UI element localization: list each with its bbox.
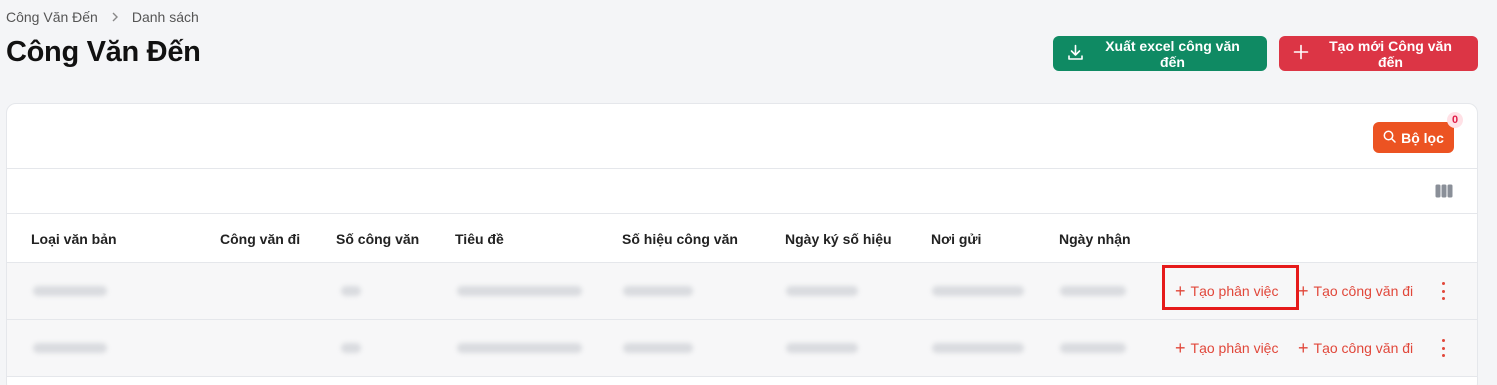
col-header-title[interactable]: Tiêu đề [455,231,504,247]
download-icon [1067,44,1092,64]
filter-bar: Bộ lọc 0 [7,104,1477,169]
redacted-cell [1060,286,1126,296]
plus-icon: + [1298,338,1309,358]
breadcrumb-root[interactable]: Công Văn Đến [6,9,98,25]
table-header: Loại văn bản Công văn đi Số công văn Tiê… [7,214,1477,263]
create-task-label: Tạo phân việc [1190,283,1279,299]
search-icon [1383,130,1401,146]
col-header-sign-date[interactable]: Ngày ký số hiệu [785,231,892,247]
redacted-cell [623,286,693,296]
redacted-cell [457,286,582,296]
redacted-cell [786,343,858,353]
breadcrumb-current: Danh sách [131,9,199,25]
breadcrumb: Công Văn Đến Danh sách [6,9,199,25]
redacted-cell [623,343,693,353]
export-excel-label: Xuất excel công văn đến [1105,37,1240,70]
create-task-label: Tạo phân việc [1190,340,1279,356]
kebab-icon[interactable] [1439,282,1447,300]
table-row[interactable]: + Tạo phân việc + Tạo công văn đi [7,263,1477,320]
col-header-outgoing[interactable]: Công văn đi [220,231,300,247]
redacted-cell [33,286,107,296]
filter-count-badge: 0 [1447,112,1463,128]
create-outgoing-link[interactable]: + Tạo công văn đi [1298,338,1414,358]
col-header-received-date[interactable]: Ngày nhận [1059,231,1131,247]
col-header-reference-number[interactable]: Số hiệu công văn [622,231,738,247]
create-outgoing-label: Tạo công văn đi [1313,283,1414,299]
plus-icon: + [1298,281,1309,301]
filter-label: Bộ lọc [1401,129,1444,146]
columns-icon[interactable] [1435,184,1453,203]
create-incoming-button[interactable]: Tạo mới Công văn đến [1279,36,1478,71]
redacted-cell [341,343,361,353]
table-toolbar [7,169,1477,214]
plus-icon [1293,44,1317,63]
col-header-sender[interactable]: Nơi gửi [931,231,981,247]
chevron-right-icon [110,12,120,22]
create-task-link[interactable]: + Tạo phân việc [1175,338,1279,358]
redacted-cell [932,286,1024,296]
redacted-cell [932,343,1024,353]
plus-icon: + [1175,281,1186,301]
create-outgoing-link[interactable]: + Tạo công văn đi [1298,281,1414,301]
filter-button[interactable]: Bộ lọc [1373,122,1454,153]
export-excel-button[interactable]: Xuất excel công văn đến [1053,36,1267,71]
table-row[interactable]: + Tạo phân việc + Tạo công văn đi [7,320,1477,377]
list-card: Bộ lọc 0 Loại văn bản Công văn đi Số côn… [6,103,1478,385]
redacted-cell [1060,343,1126,353]
kebab-icon[interactable] [1439,339,1447,357]
redacted-cell [341,286,361,296]
redacted-cell [33,343,107,353]
col-header-doc-number[interactable]: Số công văn [336,231,419,247]
create-task-link[interactable]: + Tạo phân việc [1175,281,1279,301]
redacted-cell [786,286,858,296]
create-outgoing-label: Tạo công văn đi [1313,340,1414,356]
redacted-cell [457,343,582,353]
plus-icon: + [1175,338,1186,358]
col-header-document-type[interactable]: Loại văn bản [31,231,117,247]
page-title: Công Văn Đến [6,36,201,68]
create-incoming-label: Tạo mới Công văn đến [1329,37,1452,70]
